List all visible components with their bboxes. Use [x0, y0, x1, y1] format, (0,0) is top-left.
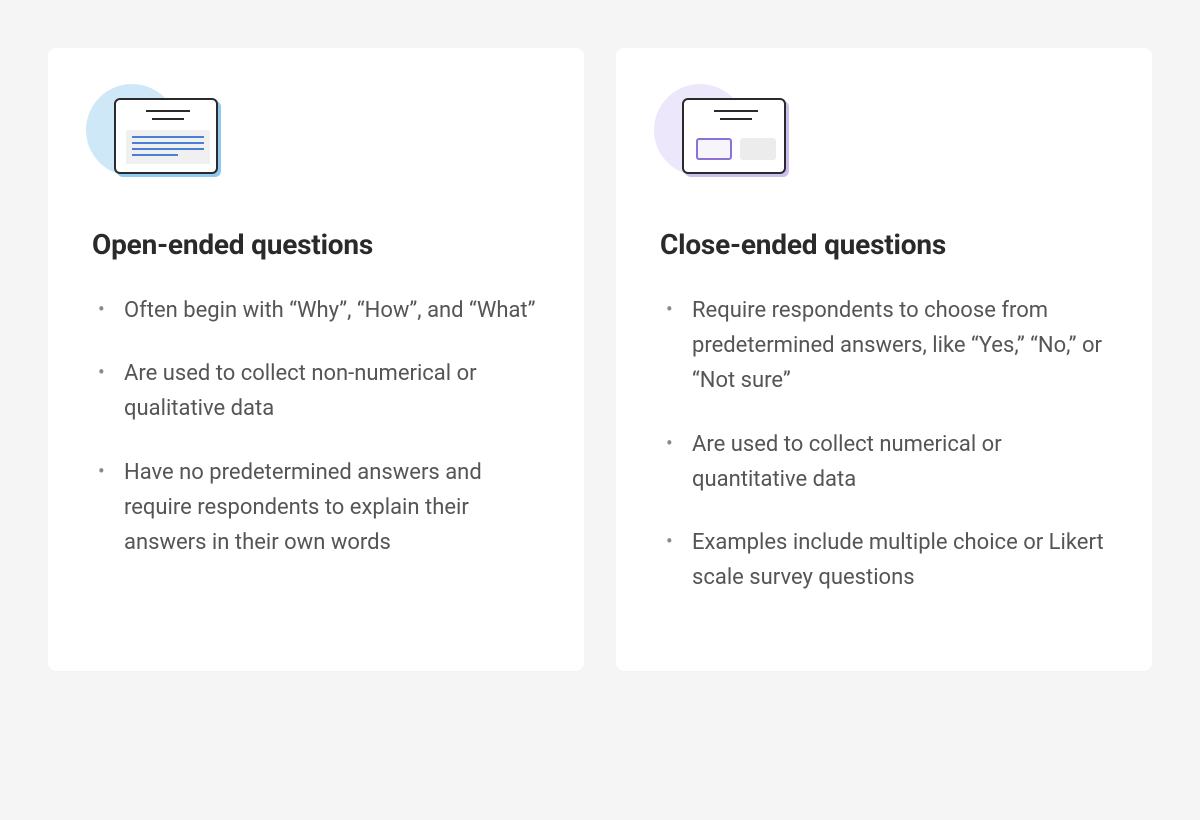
card-close-ended: Close-ended questions Require respondent… — [616, 48, 1152, 671]
card-open-ended: Open-ended questions Often begin with “W… — [48, 48, 584, 671]
comparison-container: Open-ended questions Often begin with “W… — [48, 48, 1152, 671]
card-title-close: Close-ended questions — [660, 228, 1108, 261]
list-item: Are used to collect numerical or quantit… — [660, 427, 1108, 497]
list-item: Are used to collect non-numerical or qua… — [92, 356, 540, 426]
list-item: Often begin with “Why”, “How”, and “What… — [92, 293, 540, 328]
list-item: Examples include multiple choice or Like… — [660, 525, 1108, 595]
close-ended-form-icon — [660, 88, 1108, 184]
bullet-list-open: Often begin with “Why”, “How”, and “What… — [92, 293, 540, 560]
list-item: Require respondents to choose from prede… — [660, 293, 1108, 399]
bullet-list-close: Require respondents to choose from prede… — [660, 293, 1108, 595]
list-item: Have no predetermined answers and requir… — [92, 455, 540, 561]
open-ended-form-icon — [92, 88, 540, 184]
card-title-open: Open-ended questions — [92, 228, 540, 261]
